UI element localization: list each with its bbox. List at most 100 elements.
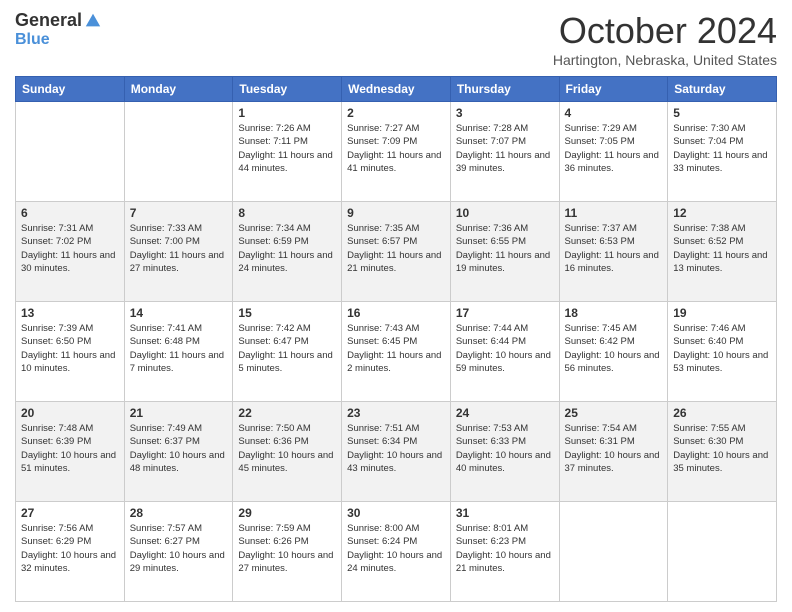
day-number: 28 (130, 506, 228, 520)
day-info: Sunrise: 7:35 AM Sunset: 6:57 PM Dayligh… (347, 222, 445, 275)
calendar-cell: 14 Sunrise: 7:41 AM Sunset: 6:48 PM Dayli… (124, 302, 233, 402)
day-number: 13 (21, 306, 119, 320)
calendar-cell: 20Sunrise: 7:48 AM Sunset: 6:39 PM Dayli… (16, 402, 125, 502)
location: Hartington, Nebraska, United States (553, 52, 777, 68)
day-number: 18 (565, 306, 663, 320)
logo-general: General (15, 10, 82, 31)
page: General Blue October 2024 Hartington, Ne… (0, 0, 792, 612)
day-info: Sunrise: 8:00 AM Sunset: 6:24 PM Dayligh… (347, 522, 445, 575)
week-row-0: 1 Sunrise: 7:26 AM Sunset: 7:11 PM Daylig… (16, 102, 777, 202)
day-info: Sunrise: 7:43 AM Sunset: 6:45 PM Dayligh… (347, 322, 445, 375)
calendar-cell: 7 Sunrise: 7:33 AM Sunset: 7:00 PM Daylig… (124, 202, 233, 302)
day-number: 11 (565, 206, 663, 220)
header: General Blue October 2024 Hartington, Ne… (15, 10, 777, 68)
day-header-monday: Monday (124, 77, 233, 102)
day-number: 30 (347, 506, 445, 520)
calendar-cell (16, 102, 125, 202)
week-row-1: 6Sunrise: 7:31 AM Sunset: 7:02 PM Daylig… (16, 202, 777, 302)
day-info: Sunrise: 7:37 AM Sunset: 6:53 PM Dayligh… (565, 222, 663, 275)
day-info: Sunrise: 7:33 AM Sunset: 7:00 PM Dayligh… (130, 222, 228, 275)
day-header-sunday: Sunday (16, 77, 125, 102)
day-number: 29 (238, 506, 336, 520)
day-number: 9 (347, 206, 445, 220)
day-number: 6 (21, 206, 119, 220)
day-number: 5 (673, 106, 771, 120)
day-number: 22 (238, 406, 336, 420)
calendar-cell: 17 Sunrise: 7:44 AM Sunset: 6:44 PM Dayli… (450, 302, 559, 402)
logo-blue-text: Blue (15, 31, 50, 49)
day-number: 15 (238, 306, 336, 320)
calendar-cell: 29 Sunrise: 7:59 AM Sunset: 6:26 PM Dayli… (233, 502, 342, 602)
logo: General Blue (15, 10, 102, 49)
day-info: Sunrise: 7:30 AM Sunset: 7:04 PM Dayligh… (673, 122, 771, 175)
day-number: 25 (565, 406, 663, 420)
day-info: Sunrise: 7:55 AM Sunset: 6:30 PM Dayligh… (673, 422, 771, 475)
day-number: 24 (456, 406, 554, 420)
day-info: Sunrise: 7:26 AM Sunset: 7:11 PM Dayligh… (238, 122, 336, 175)
day-info: Sunrise: 7:39 AM Sunset: 6:50 PM Dayligh… (21, 322, 119, 375)
month-title: October 2024 (553, 10, 777, 52)
day-info: Sunrise: 7:46 AM Sunset: 6:40 PM Dayligh… (673, 322, 771, 375)
calendar-cell: 19 Sunrise: 7:46 AM Sunset: 6:40 PM Dayli… (668, 302, 777, 402)
calendar-cell: 12Sunrise: 7:38 AM Sunset: 6:52 PM Dayli… (668, 202, 777, 302)
calendar-cell (124, 102, 233, 202)
day-number: 7 (130, 206, 228, 220)
day-number: 31 (456, 506, 554, 520)
calendar-cell: 11 Sunrise: 7:37 AM Sunset: 6:53 PM Dayli… (559, 202, 668, 302)
week-row-3: 20Sunrise: 7:48 AM Sunset: 6:39 PM Dayli… (16, 402, 777, 502)
calendar-cell (559, 502, 668, 602)
week-row-2: 13 Sunrise: 7:39 AM Sunset: 6:50 PM Dayli… (16, 302, 777, 402)
day-info: Sunrise: 7:53 AM Sunset: 6:33 PM Dayligh… (456, 422, 554, 475)
day-info: Sunrise: 7:56 AM Sunset: 6:29 PM Dayligh… (21, 522, 119, 575)
day-number: 8 (238, 206, 336, 220)
day-number: 10 (456, 206, 554, 220)
day-number: 23 (347, 406, 445, 420)
day-header-friday: Friday (559, 77, 668, 102)
day-header-saturday: Saturday (668, 77, 777, 102)
day-info: Sunrise: 7:28 AM Sunset: 7:07 PM Dayligh… (456, 122, 554, 175)
day-info: Sunrise: 7:59 AM Sunset: 6:26 PM Dayligh… (238, 522, 336, 575)
day-info: Sunrise: 7:51 AM Sunset: 6:34 PM Dayligh… (347, 422, 445, 475)
day-number: 3 (456, 106, 554, 120)
calendar-header-row: SundayMondayTuesdayWednesdayThursdayFrid… (16, 77, 777, 102)
calendar-cell: 22Sunrise: 7:50 AM Sunset: 6:36 PM Dayli… (233, 402, 342, 502)
calendar-cell: 9 Sunrise: 7:35 AM Sunset: 6:57 PM Daylig… (342, 202, 451, 302)
day-number: 16 (347, 306, 445, 320)
calendar-cell: 16 Sunrise: 7:43 AM Sunset: 6:45 PM Dayli… (342, 302, 451, 402)
calendar-cell: 8Sunrise: 7:34 AM Sunset: 6:59 PM Daylig… (233, 202, 342, 302)
logo-text: General (15, 10, 102, 31)
calendar-cell: 30 Sunrise: 8:00 AM Sunset: 6:24 PM Dayli… (342, 502, 451, 602)
calendar-cell: 13 Sunrise: 7:39 AM Sunset: 6:50 PM Dayli… (16, 302, 125, 402)
day-info: Sunrise: 7:36 AM Sunset: 6:55 PM Dayligh… (456, 222, 554, 275)
calendar-cell: 4Sunrise: 7:29 AM Sunset: 7:05 PM Daylig… (559, 102, 668, 202)
day-info: Sunrise: 7:29 AM Sunset: 7:05 PM Dayligh… (565, 122, 663, 175)
day-info: Sunrise: 7:54 AM Sunset: 6:31 PM Dayligh… (565, 422, 663, 475)
day-info: Sunrise: 7:38 AM Sunset: 6:52 PM Dayligh… (673, 222, 771, 275)
calendar-cell: 25 Sunrise: 7:54 AM Sunset: 6:31 PM Dayli… (559, 402, 668, 502)
day-info: Sunrise: 7:44 AM Sunset: 6:44 PM Dayligh… (456, 322, 554, 375)
calendar-cell (668, 502, 777, 602)
day-info: Sunrise: 7:42 AM Sunset: 6:47 PM Dayligh… (238, 322, 336, 375)
day-header-tuesday: Tuesday (233, 77, 342, 102)
day-info: Sunrise: 7:48 AM Sunset: 6:39 PM Dayligh… (21, 422, 119, 475)
day-number: 19 (673, 306, 771, 320)
calendar-cell: 2Sunrise: 7:27 AM Sunset: 7:09 PM Daylig… (342, 102, 451, 202)
day-header-thursday: Thursday (450, 77, 559, 102)
week-row-4: 27 Sunrise: 7:56 AM Sunset: 6:29 PM Dayli… (16, 502, 777, 602)
logo-icon (84, 12, 102, 30)
calendar-cell: 15 Sunrise: 7:42 AM Sunset: 6:47 PM Dayli… (233, 302, 342, 402)
day-number: 21 (130, 406, 228, 420)
calendar-cell: 31Sunrise: 8:01 AM Sunset: 6:23 PM Dayli… (450, 502, 559, 602)
day-info: Sunrise: 7:41 AM Sunset: 6:48 PM Dayligh… (130, 322, 228, 375)
day-number: 27 (21, 506, 119, 520)
day-header-wednesday: Wednesday (342, 77, 451, 102)
calendar-cell: 28Sunrise: 7:57 AM Sunset: 6:27 PM Dayli… (124, 502, 233, 602)
day-number: 1 (238, 106, 336, 120)
calendar-cell: 23 Sunrise: 7:51 AM Sunset: 6:34 PM Dayli… (342, 402, 451, 502)
day-info: Sunrise: 7:49 AM Sunset: 6:37 PM Dayligh… (130, 422, 228, 475)
title-section: October 2024 Hartington, Nebraska, Unite… (553, 10, 777, 68)
day-number: 17 (456, 306, 554, 320)
calendar-cell: 5 Sunrise: 7:30 AM Sunset: 7:04 PM Daylig… (668, 102, 777, 202)
calendar-cell: 6Sunrise: 7:31 AM Sunset: 7:02 PM Daylig… (16, 202, 125, 302)
day-number: 14 (130, 306, 228, 320)
